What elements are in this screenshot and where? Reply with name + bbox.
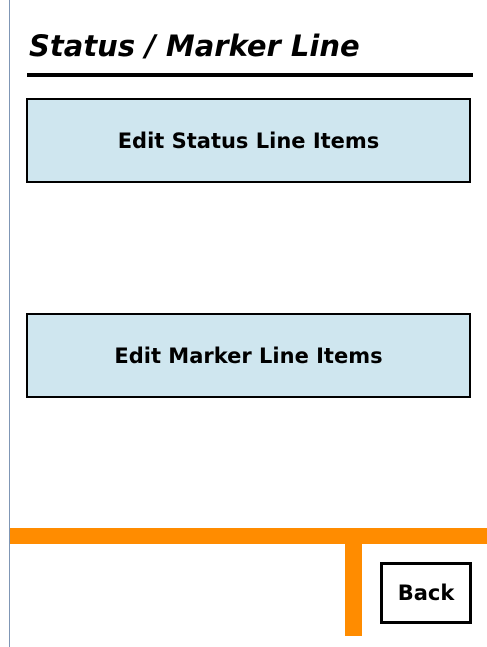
- back-button[interactable]: Back: [380, 562, 472, 624]
- edit-status-line-items-label: Edit Status Line Items: [117, 128, 380, 153]
- footer-divider-post: [345, 528, 362, 636]
- page-title: Status / Marker Line: [29, 29, 360, 63]
- footer-divider-bar: [10, 528, 487, 544]
- edit-marker-line-items-button[interactable]: Edit Marker Line Items: [26, 313, 471, 398]
- edit-status-line-items-button[interactable]: Edit Status Line Items: [26, 98, 471, 183]
- back-button-label: Back: [397, 581, 455, 605]
- edit-marker-line-items-label: Edit Marker Line Items: [114, 343, 383, 368]
- window-left-border: [9, 0, 10, 647]
- title-underline: [27, 73, 473, 77]
